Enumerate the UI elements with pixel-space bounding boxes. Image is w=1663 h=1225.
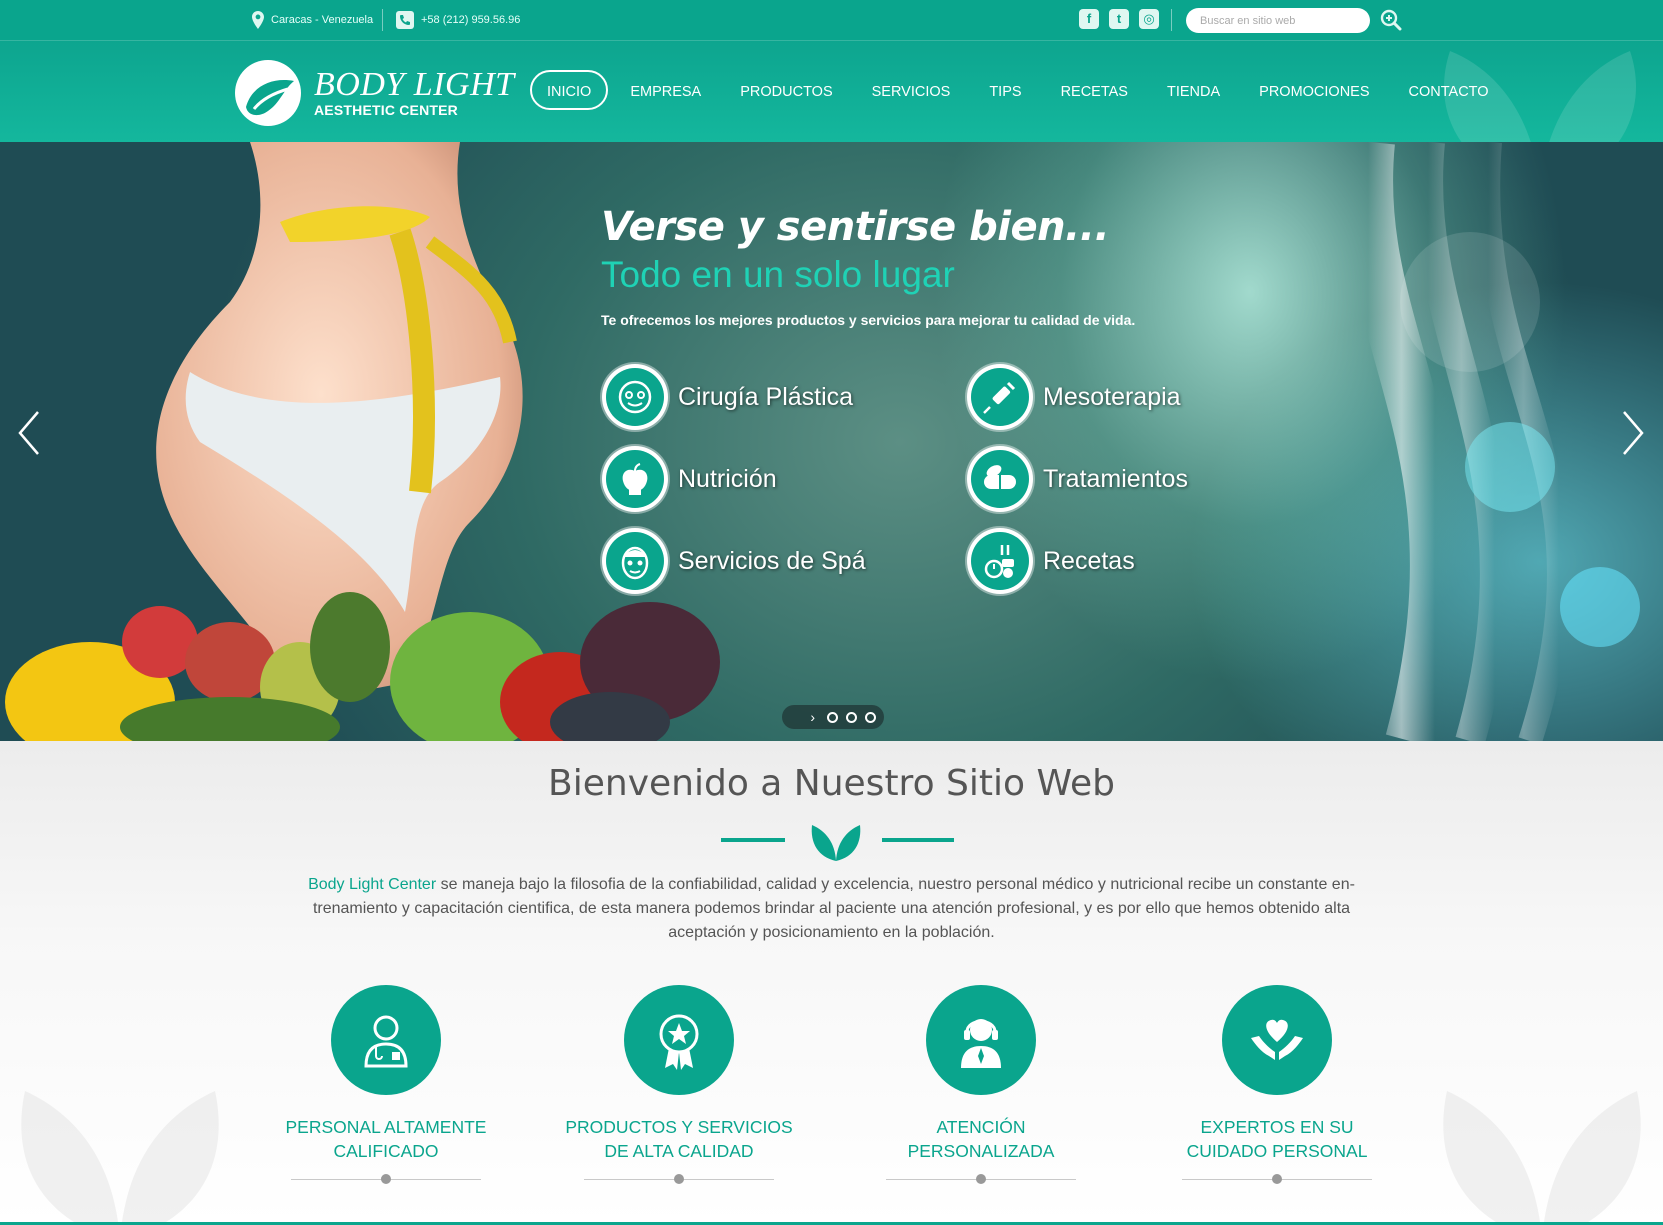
service-label: Nutrición: [678, 464, 777, 493]
nav-contacto[interactable]: CONTACTO: [1392, 70, 1506, 110]
divider: [1171, 9, 1172, 31]
feature-divider: [291, 1174, 481, 1184]
next-slide-arrow-icon[interactable]: [1620, 410, 1646, 456]
map-pin-icon: [252, 11, 264, 29]
logo-subtitle: AESTHETIC CENTER: [314, 102, 458, 118]
feature-title-line2: CALIFICADO: [333, 1141, 439, 1161]
syringe-icon: [983, 381, 1016, 414]
face-icon: [618, 380, 652, 414]
nav-promociones[interactable]: PROMOCIONES: [1242, 70, 1386, 110]
feature-title-line2: CUIDADO PERSONAL: [1186, 1141, 1368, 1161]
recipe-icon: [984, 545, 1014, 579]
site-header: BODY LIGHT AESTHETIC CENTER INICIO EMPRE…: [0, 41, 1663, 142]
slide-pagination: ›: [782, 705, 884, 729]
nav-inicio[interactable]: INICIO: [530, 70, 609, 110]
search-icon[interactable]: [1380, 9, 1402, 31]
service-label: Servicios de Spá: [678, 546, 866, 575]
logo[interactable]: BODY LIGHT AESTHETIC CENTER: [234, 59, 515, 127]
service-cirugia-plastica[interactable]: Cirugía Plástica: [602, 364, 853, 430]
slide-dot[interactable]: [827, 711, 838, 723]
feature-title-line1: EXPERTOS EN SU: [1200, 1117, 1354, 1137]
support-agent-icon: [961, 1019, 1001, 1068]
leaf-watermark-icon: [21, 1091, 219, 1225]
feature-title-line1: ATENCIÓN: [936, 1117, 1026, 1137]
nav-servicios[interactable]: SERVICIOS: [855, 70, 968, 110]
hero-subheadline: Todo en un solo lugar: [601, 254, 955, 295]
welcome-title: Bienvenido a Nuestro Sitio Web: [548, 763, 1115, 804]
feature-title-line2: PERSONALIZADA: [907, 1141, 1055, 1161]
feature-divider: [584, 1174, 774, 1184]
service-label: Tratamientos: [1043, 464, 1188, 493]
instagram-icon[interactable]: ◎: [1139, 9, 1159, 29]
nav-recetas[interactable]: RECETAS: [1044, 70, 1145, 110]
hero-slider: Verse y sentirse bien... Todo en un solo…: [0, 142, 1663, 741]
service-spa[interactable]: Servicios de Spá: [602, 528, 866, 594]
top-bar: Caracas - Venezuela +58 (212) 959.56.96 …: [0, 0, 1663, 41]
leaf-watermark-icon: [1443, 1091, 1641, 1225]
nav-productos[interactable]: PRODUCTOS: [723, 70, 849, 110]
divider: [382, 9, 383, 31]
feature-divider: [1182, 1174, 1372, 1184]
spa-mask-icon: [621, 546, 649, 580]
service-mesoterapia[interactable]: Mesoterapia: [967, 364, 1181, 430]
search-input[interactable]: [1186, 8, 1370, 33]
service-recetas[interactable]: Recetas: [967, 528, 1135, 594]
light-streaks-art: [1343, 142, 1640, 741]
feature-personal-calificado[interactable]: PERSONAL ALTAMENTE CALIFICADO: [256, 985, 516, 1184]
slide-dot[interactable]: [846, 711, 857, 723]
nav-tienda[interactable]: TIENDA: [1150, 70, 1237, 110]
feature-divider: [886, 1174, 1076, 1184]
service-label: Mesoterapia: [1043, 382, 1181, 411]
prev-slide-arrow-icon[interactable]: [16, 410, 42, 456]
phone-text: +58 (212) 959.56.96: [421, 14, 521, 26]
nav-tips[interactable]: TIPS: [972, 70, 1038, 110]
service-tratamientos[interactable]: Tratamientos: [967, 446, 1188, 512]
facebook-icon[interactable]: f: [1079, 9, 1099, 29]
location-text: Caracas - Venezuela: [271, 14, 374, 26]
brand-link[interactable]: Body Light Center: [308, 876, 436, 893]
chevron-right-icon[interactable]: ›: [810, 709, 815, 725]
logo-brand: BODY LIGHT: [314, 66, 515, 103]
award-icon: [659, 1014, 699, 1070]
heart-hands-icon: [1251, 1019, 1303, 1060]
section-divider: [720, 819, 954, 863]
phone-icon: [396, 11, 414, 29]
welcome-body: se maneja bajo la filosofia de la confia…: [312, 876, 1355, 941]
leaf-icon: [811, 825, 861, 861]
pill-icon: [984, 465, 1016, 489]
phone-info[interactable]: +58 (212) 959.56.96: [396, 0, 520, 40]
service-label: Cirugía Plástica: [678, 382, 854, 411]
slide-dot[interactable]: [865, 711, 876, 723]
feature-title-line2: DE ALTA CALIDAD: [604, 1141, 754, 1161]
feature-alta-calidad[interactable]: PRODUCTOS Y SERVICIOS DE ALTA CALIDAD: [549, 985, 809, 1184]
apple-icon: [622, 463, 648, 495]
welcome-text: Body Light Center se maneja bajo la filo…: [280, 873, 1383, 945]
hero-headline: Verse y sentirse bien...: [601, 204, 1110, 250]
doctor-icon: [364, 1015, 408, 1068]
welcome-section: Bienvenido a Nuestro Sitio Web Body Ligh…: [0, 741, 1663, 1225]
main-nav: INICIO EMPRESA PRODUCTOS SERVICIOS TIPS …: [530, 70, 1511, 110]
location-info: Caracas - Venezuela: [252, 0, 373, 40]
feature-title-line1: PERSONAL ALTAMENTE: [285, 1117, 487, 1137]
feature-title-line1: PRODUCTOS Y SERVICIOS: [565, 1117, 793, 1137]
hero-description: Te ofrecemos los mejores productos y ser…: [601, 312, 1136, 328]
feature-cuidado-personal[interactable]: EXPERTOS EN SU CUIDADO PERSONAL: [1147, 985, 1407, 1184]
service-label: Recetas: [1043, 546, 1135, 575]
feature-atencion-personalizada[interactable]: ATENCIÓN PERSONALIZADA: [851, 985, 1111, 1184]
twitter-icon[interactable]: t: [1109, 9, 1129, 29]
social-links: f t ◎: [1079, 9, 1159, 29]
nav-empresa[interactable]: EMPRESA: [613, 70, 718, 110]
hero-title: Verse y sentirse bien... Todo en un solo…: [601, 204, 1110, 296]
service-nutricion[interactable]: Nutrición: [602, 446, 777, 512]
logo-leaf-icon: [235, 60, 301, 126]
